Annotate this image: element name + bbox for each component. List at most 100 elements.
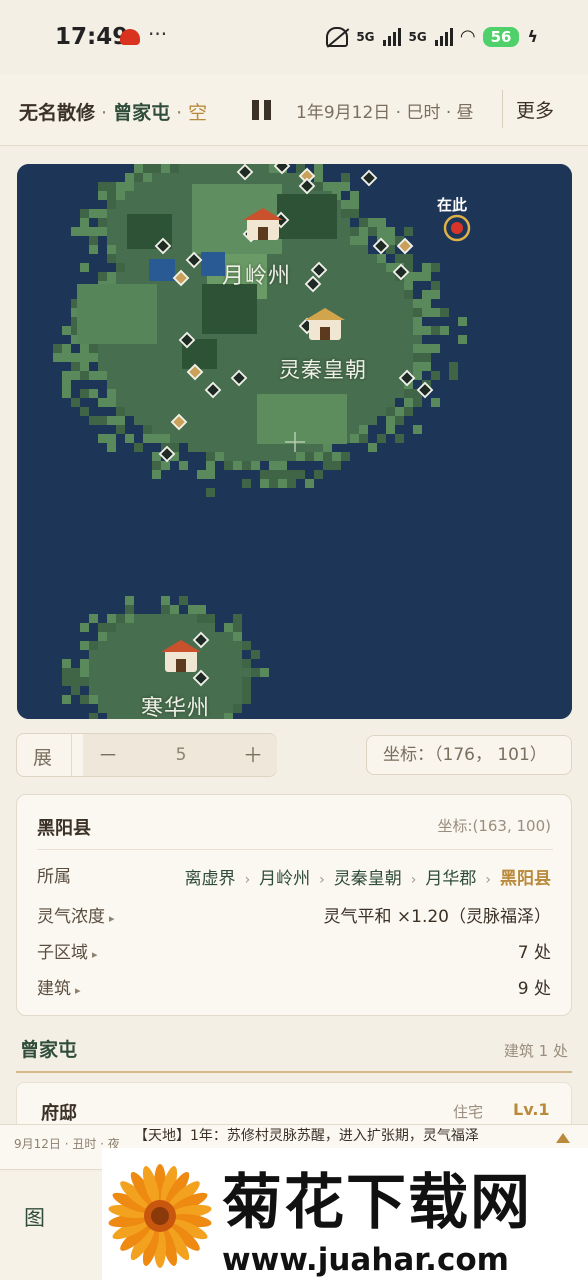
zoom-in-button[interactable]: ＋: [229, 734, 277, 776]
land-tile: [98, 641, 107, 650]
coast-tile: [143, 173, 152, 182]
land-tile: [242, 398, 251, 407]
breadcrumb-item[interactable]: 灵秦皇朝: [334, 869, 402, 889]
land-tile: [341, 308, 350, 317]
coast-tile: [107, 254, 116, 263]
expand-up-icon[interactable]: [556, 1133, 570, 1143]
breadcrumb-item[interactable]: 月岭州: [259, 869, 310, 889]
coast-tile: [296, 470, 305, 479]
coast-tile: [107, 389, 116, 398]
coast-tile: [413, 272, 422, 281]
land-tile: [188, 317, 197, 326]
land-tile: [395, 326, 404, 335]
land-tile: [107, 659, 116, 668]
watermark-url: www.juahar.com: [222, 1242, 509, 1278]
land-tile: [143, 650, 152, 659]
land-tile: [314, 245, 323, 254]
building-toggle[interactable]: 建筑 ▸: [37, 974, 81, 999]
land-tile: [215, 425, 224, 434]
pause-button[interactable]: [252, 100, 272, 120]
land-tile: [197, 416, 206, 425]
land-tile: [107, 362, 116, 371]
land-tile: [152, 191, 161, 200]
land-tile: [233, 695, 242, 704]
land-tile: [377, 335, 386, 344]
coast-tile: [242, 677, 251, 686]
land-tile: [350, 245, 359, 254]
coast-tile: [377, 254, 386, 263]
coast-tile: [323, 452, 332, 461]
coast-tile: [80, 362, 89, 371]
coast-tile: [62, 353, 71, 362]
coast-tile: [224, 461, 233, 470]
region-coordinate: 坐标:(163, 100): [437, 817, 551, 835]
land-tile: [278, 335, 287, 344]
coast-tile: [413, 353, 422, 362]
charging-icon: ϟ: [527, 27, 538, 46]
land-tile: [386, 326, 395, 335]
qi-density-toggle[interactable]: 灵气浓度 ▸: [37, 902, 115, 927]
land-tile: [296, 335, 305, 344]
coast-tile: [350, 200, 359, 209]
map-canvas[interactable]: [17, 164, 572, 719]
land-tile: [269, 452, 278, 461]
land-tile: [134, 254, 143, 263]
zoom-out-button[interactable]: －: [83, 734, 133, 776]
land-tile: [170, 632, 179, 641]
coast-tile: [71, 686, 80, 695]
world-map[interactable]: 月岭州 灵秦皇朝 寒华州 在此: [17, 164, 572, 719]
coast-tile: [314, 470, 323, 479]
current-location[interactable]: 曾家屯: [113, 102, 170, 124]
breadcrumb-item[interactable]: 月华郡: [425, 869, 476, 889]
chrysanthemum-logo-icon: [108, 1164, 212, 1268]
land-tile: [224, 344, 233, 353]
coast-tile: [413, 398, 422, 407]
land-tile: [197, 407, 206, 416]
land-tile: [152, 182, 161, 191]
coast-tile: [386, 263, 395, 272]
land-tile: [224, 452, 233, 461]
coast-tile: [179, 461, 188, 470]
coast-tile: [80, 668, 89, 677]
land-tile: [269, 308, 278, 317]
land-tile: [215, 650, 224, 659]
coast-tile: [62, 380, 71, 389]
coast-tile: [395, 416, 404, 425]
coast-tile: [413, 299, 422, 308]
coast-tile: [413, 344, 422, 353]
land-tile: [377, 371, 386, 380]
coast-tile: [395, 407, 404, 416]
expand-toggle[interactable]: 展: [33, 743, 52, 770]
land-tile: [296, 254, 305, 263]
coast-tile: [422, 263, 431, 272]
land-tile: [377, 398, 386, 407]
coast-tile: [125, 434, 134, 443]
land-tile: [224, 650, 233, 659]
more-button[interactable]: 更多: [516, 96, 554, 123]
coast-tile: [125, 173, 134, 182]
coast-tile: [242, 659, 251, 668]
land-tile: [215, 164, 224, 173]
coast-tile: [143, 434, 152, 443]
land-tile: [179, 623, 188, 632]
land-tile: [107, 641, 116, 650]
coast-tile: [179, 596, 188, 605]
watermark-banner: 菊花下载网 www.juahar.com: [102, 1148, 588, 1280]
zoom-level: 5: [133, 734, 229, 776]
land-tile: [197, 380, 206, 389]
land-tile: [206, 407, 215, 416]
land-tile: [161, 308, 170, 317]
current-position-label: 在此: [437, 196, 468, 214]
land-tile: [161, 398, 170, 407]
land-tile: [143, 371, 152, 380]
subregion-count: 7 处: [517, 943, 551, 963]
nav-map-tab[interactable]: 图: [24, 1202, 45, 1232]
land-tile: [224, 443, 233, 452]
breadcrumb-item[interactable]: 离虚界: [185, 869, 236, 889]
subregion-toggle[interactable]: 子区域 ▸: [37, 938, 98, 963]
land-tile: [341, 254, 350, 263]
land-tile: [89, 677, 98, 686]
land-tile: [107, 353, 116, 362]
land-tile: [170, 290, 179, 299]
land-tile: [278, 173, 287, 182]
